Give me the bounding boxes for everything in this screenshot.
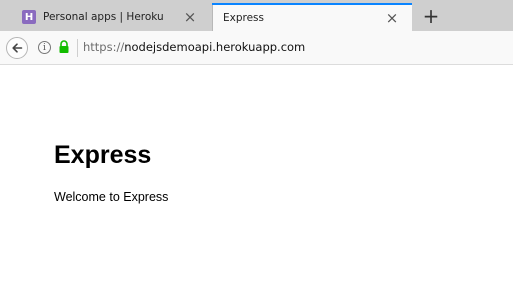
- close-icon[interactable]: ×: [382, 8, 402, 28]
- info-icon[interactable]: i: [38, 41, 51, 54]
- navigation-bar: i https://nodejsdemoapi.herokuapp.com: [0, 31, 513, 65]
- close-icon[interactable]: ×: [180, 7, 200, 27]
- url-bar[interactable]: https://nodejsdemoapi.herokuapp.com: [83, 40, 305, 54]
- tab-personal-apps-heroku[interactable]: H Personal apps | Heroku ×: [0, 3, 210, 31]
- heroku-icon: H: [22, 10, 36, 24]
- tab-express[interactable]: Express ×: [212, 3, 412, 33]
- welcome-text: Welcome to Express: [54, 190, 169, 204]
- lock-icon[interactable]: [58, 40, 70, 54]
- new-tab-button[interactable]: +: [419, 4, 443, 28]
- url-host: nodejsdemoapi.herokuapp.com: [124, 40, 306, 54]
- tab-strip: H Personal apps | Heroku × Express × +: [0, 0, 513, 33]
- back-button[interactable]: [6, 37, 28, 59]
- tab-title: Personal apps | Heroku: [43, 11, 164, 23]
- back-arrow-icon: [12, 43, 23, 53]
- tab-title: Express: [223, 12, 265, 24]
- url-separator: [77, 39, 78, 57]
- url-scheme: https://: [83, 40, 125, 54]
- page-heading: Express: [54, 141, 152, 169]
